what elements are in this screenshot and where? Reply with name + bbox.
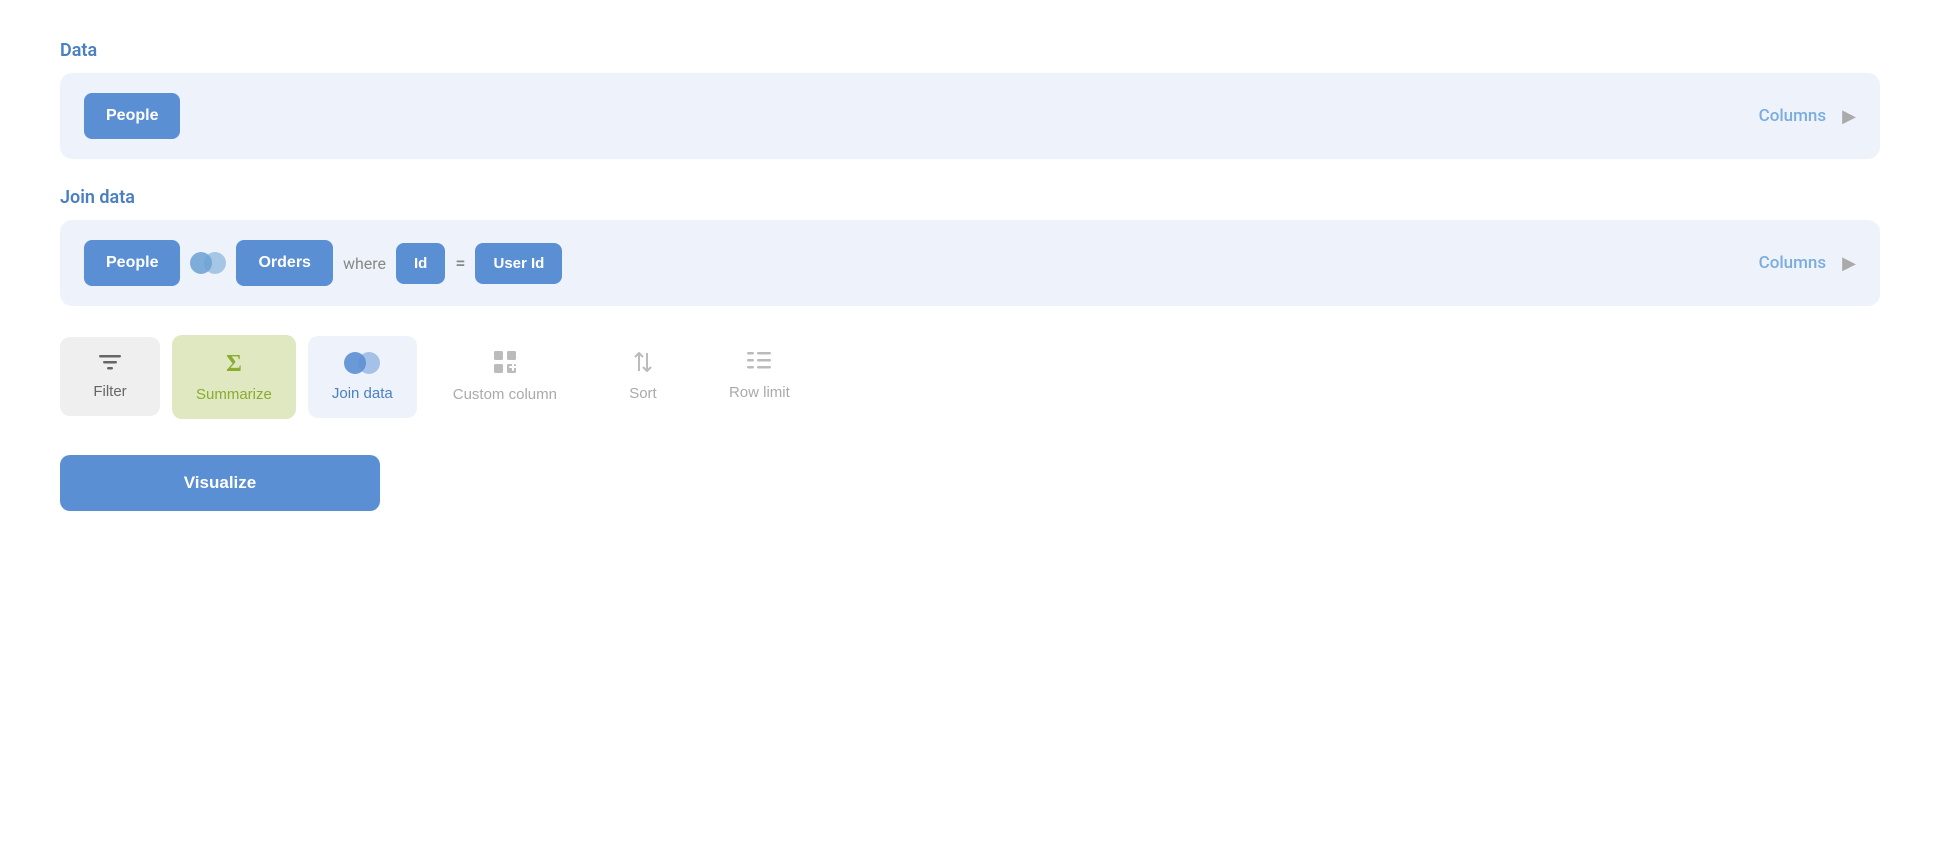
- people-button-data[interactable]: People: [84, 93, 180, 139]
- joindata-label: Join data: [332, 385, 393, 402]
- row-limit-icon: [747, 352, 771, 376]
- row-limit-button[interactable]: Row limit: [705, 336, 814, 417]
- custom-column-icon: [493, 350, 517, 378]
- filter-button[interactable]: Filter: [60, 337, 160, 416]
- filter-label: Filter: [93, 383, 126, 400]
- arrow-icon-join[interactable]: ▶: [1842, 253, 1856, 274]
- join-row: People Orders where Id = User Id: [84, 240, 1759, 286]
- join-data-card: People Orders where Id = User Id Columns…: [60, 220, 1880, 306]
- summarize-button[interactable]: Σ Summarize: [172, 335, 296, 419]
- visualize-button[interactable]: Visualize: [60, 455, 380, 511]
- arrow-icon-data[interactable]: ▶: [1842, 106, 1856, 127]
- sort-icon: [632, 351, 654, 377]
- orders-button[interactable]: Orders: [236, 240, 332, 286]
- toggle-circle-right: [204, 252, 226, 274]
- sigma-icon: Σ: [226, 351, 242, 378]
- data-section-label: Data: [60, 40, 1880, 61]
- id-field-button[interactable]: Id: [396, 243, 445, 284]
- summarize-label: Summarize: [196, 386, 272, 403]
- sort-button[interactable]: Sort: [593, 335, 693, 418]
- join-toggle-icon[interactable]: [190, 252, 226, 274]
- columns-link-join[interactable]: Columns: [1759, 253, 1827, 273]
- joindata-toggle-icon: [344, 352, 380, 377]
- custom-column-button[interactable]: Custom column: [429, 334, 581, 419]
- equals-sign: =: [455, 253, 465, 274]
- row-limit-label: Row limit: [729, 384, 790, 401]
- custom-column-label: Custom column: [453, 386, 557, 403]
- toolbar: Filter Σ Summarize Join data: [60, 334, 1880, 419]
- join-data-section-label: Join data: [60, 187, 1880, 208]
- joindata-icon-right: [358, 352, 380, 374]
- joindata-button[interactable]: Join data: [308, 336, 417, 418]
- people-button-join[interactable]: People: [84, 240, 180, 286]
- user-id-field-button[interactable]: User Id: [475, 243, 562, 284]
- where-text: where: [343, 254, 386, 273]
- columns-link-data[interactable]: Columns: [1759, 106, 1827, 126]
- sort-label: Sort: [629, 385, 657, 402]
- filter-icon: [99, 353, 121, 375]
- data-card: People Columns ▶: [60, 73, 1880, 159]
